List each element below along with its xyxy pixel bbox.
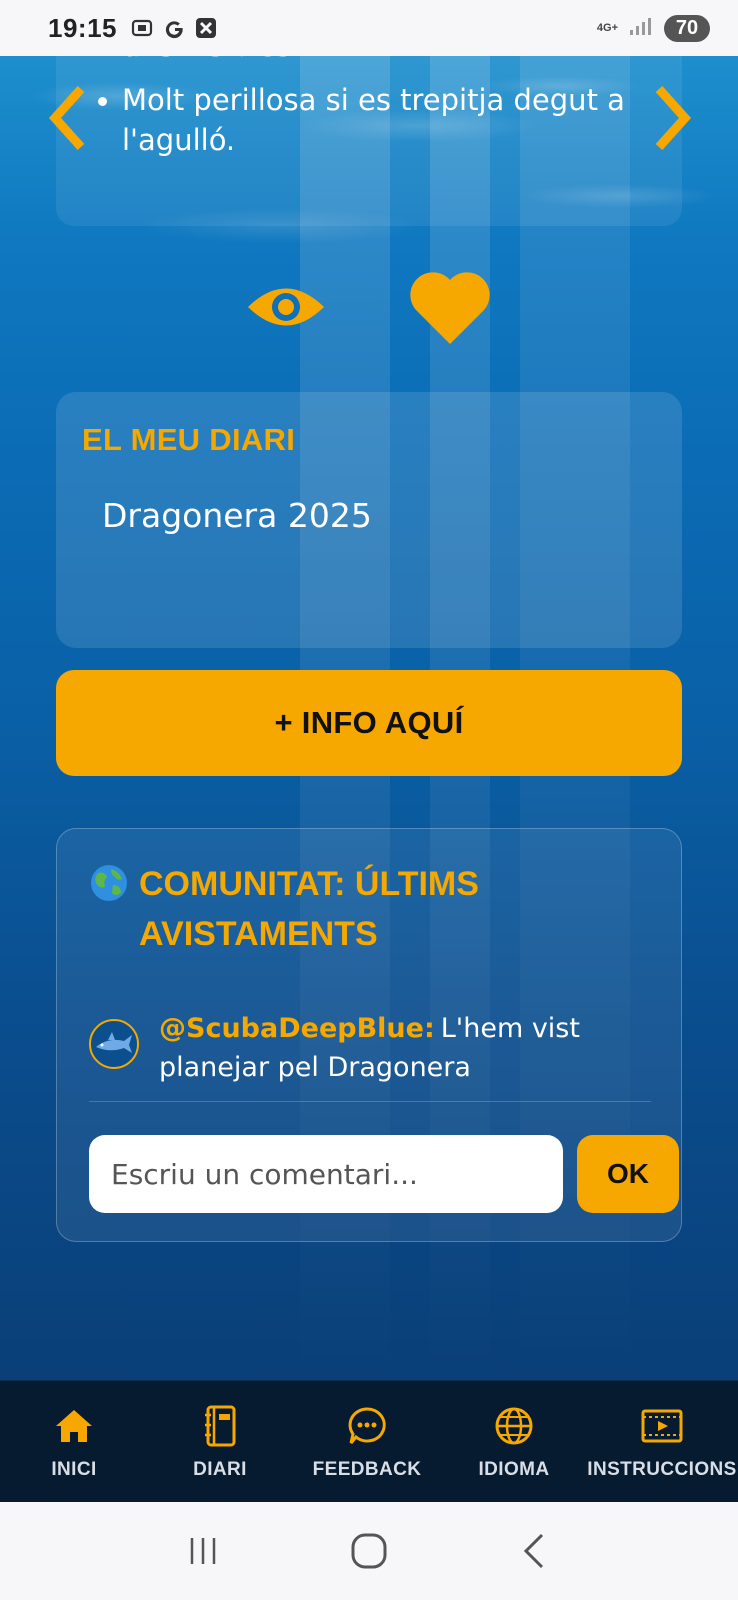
home-circle-icon	[351, 1533, 387, 1569]
screenshot-icon	[129, 15, 155, 41]
nav-label: FEEDBACK	[312, 1459, 422, 1480]
signal-icon	[628, 15, 654, 42]
nav-label: DIARI	[193, 1459, 247, 1480]
video-icon	[641, 1405, 683, 1447]
recent-apps-icon	[190, 1538, 216, 1564]
next-arrow-button[interactable]	[648, 78, 698, 158]
battery-level: 70	[664, 14, 710, 42]
network-type: 4G+	[596, 21, 618, 34]
system-navigation-bar	[0, 1502, 738, 1600]
more-info-button[interactable]: + INFO AQUÍ	[56, 670, 682, 776]
app-x-icon	[193, 15, 219, 41]
community-title: COMUNITAT: ÚLTIMS AVISTAMENTS	[89, 859, 649, 959]
status-time: 19:15	[48, 12, 117, 43]
chat-bubble-icon	[346, 1405, 388, 1447]
nav-label: IDIOMA	[478, 1459, 550, 1480]
species-bullet-list: Molt perillosa si es trepitja degut a l'…	[96, 80, 636, 160]
comment-body: @ScubaDeepBlue: L'hem vist planejar pel D…	[159, 1009, 649, 1089]
diary-card: EL MEU DIARI Dragonera 2025	[56, 392, 682, 648]
recent-apps-button[interactable]	[173, 1521, 233, 1581]
divider	[89, 1101, 651, 1102]
status-bar: 19:15 4G+ 70	[0, 0, 738, 56]
main-content[interactable]: uns visibles. Molt perillosa si es trepi…	[0, 56, 738, 1380]
nav-item-instruccions[interactable]: INSTRUCCIONS	[586, 1381, 738, 1502]
species-bullet: Molt perillosa si es trepitja degut a l'…	[96, 80, 636, 160]
bottom-navigation: INICI DIARI FEEDBACK IDIOMA INSTRUCCIONS	[0, 1380, 738, 1502]
home-icon	[53, 1405, 95, 1447]
globe-icon	[493, 1405, 535, 1447]
nav-item-idioma[interactable]: IDIOMA	[442, 1381, 586, 1502]
notebook-icon	[199, 1405, 241, 1447]
earth-globe-icon	[89, 863, 129, 903]
nav-item-diari[interactable]: DIARI	[148, 1381, 292, 1502]
chevron-right-icon	[655, 85, 692, 151]
heart-icon[interactable]	[408, 268, 492, 348]
nav-label: INSTRUCCIONS	[587, 1459, 737, 1480]
back-button[interactable]	[505, 1521, 565, 1581]
nav-item-inici[interactable]: INICI	[0, 1381, 148, 1502]
comment-item: @ScubaDeepBlue: L'hem vist planejar pel D…	[89, 1009, 649, 1089]
community-card: COMUNITAT: ÚLTIMS AVISTAMENTS @ScubaDeep…	[56, 828, 682, 1242]
google-icon	[161, 15, 187, 41]
submit-comment-button[interactable]: OK	[577, 1135, 679, 1213]
diary-entry[interactable]: Dragonera 2025	[102, 496, 372, 535]
previous-arrow-button[interactable]	[42, 78, 92, 158]
diary-title: EL MEU DIARI	[82, 422, 296, 457]
chevron-left-icon	[48, 85, 85, 151]
species-actions	[0, 268, 738, 348]
back-chevron-icon	[523, 1533, 544, 1569]
nav-label: INICI	[51, 1459, 97, 1480]
eye-icon[interactable]	[246, 282, 326, 332]
comment-username[interactable]: @ScubaDeepBlue:	[159, 1013, 435, 1044]
home-button[interactable]	[339, 1521, 399, 1581]
comment-input[interactable]	[89, 1135, 563, 1213]
nav-item-feedback[interactable]: FEEDBACK	[292, 1381, 442, 1502]
avatar	[89, 1019, 139, 1069]
status-notification-icons	[129, 15, 219, 41]
community-title-text: COMUNITAT: ÚLTIMS AVISTAMENTS	[139, 865, 479, 953]
shark-icon	[96, 1032, 132, 1053]
species-text-fragment: uns visibles.	[122, 56, 300, 66]
